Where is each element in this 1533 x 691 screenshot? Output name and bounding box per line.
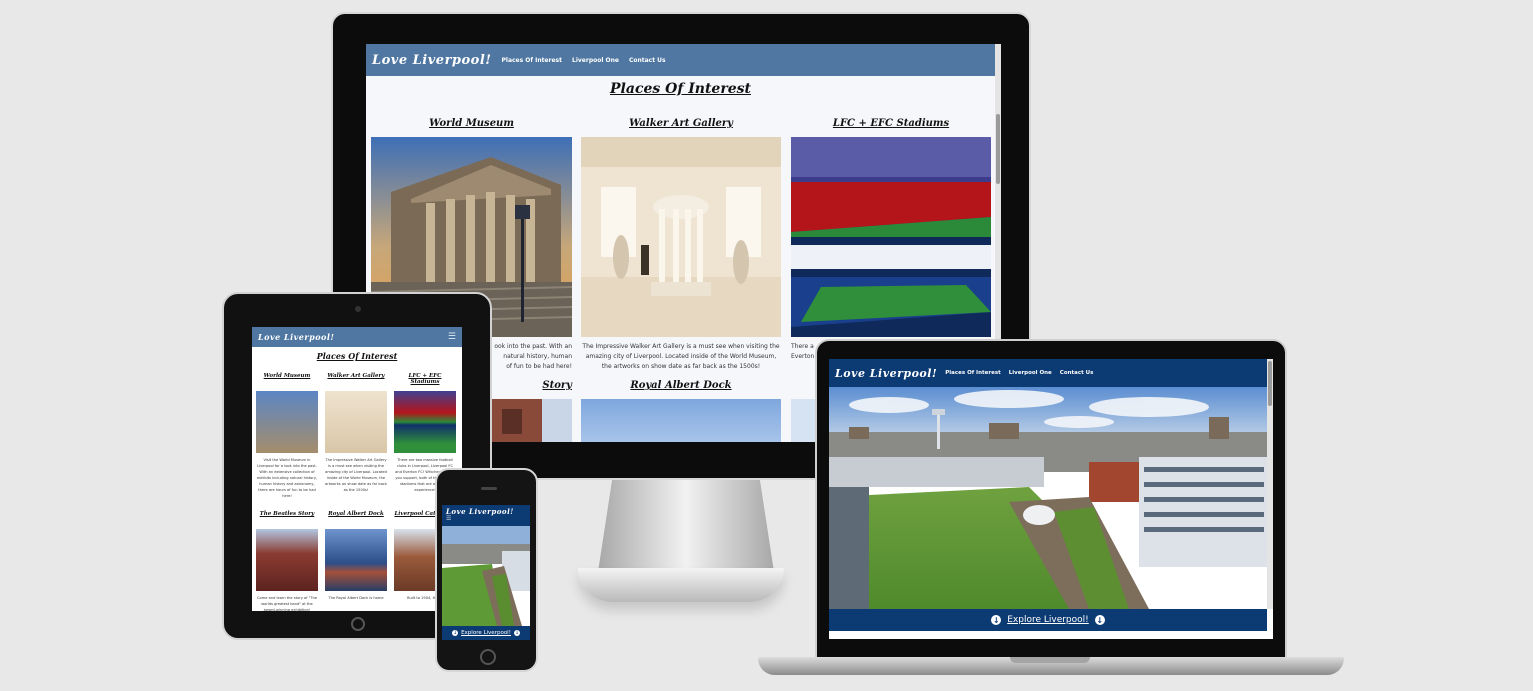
tablet-navbar: Love Liverpool! ☰ <box>252 327 462 347</box>
desc-line: of fun to be had here! <box>506 363 572 370</box>
scrollbar-thumb[interactable] <box>1268 361 1272 406</box>
hero-cta-bar: ↓ Explore Liverpool! ↓ <box>442 626 530 640</box>
card-desc: Come and learn the story of "The worlds … <box>257 596 317 611</box>
walker-art-gallery-image <box>581 137 781 337</box>
card-title: World Museum <box>263 373 311 379</box>
card-title-stadiums: LFC + EFC Stadiums <box>832 118 950 129</box>
card-title-royal-albert-dock: Royal Albert Dock <box>630 380 732 391</box>
brand-logo[interactable]: Love Liverpool! <box>258 332 334 342</box>
nav-liverpool-one[interactable]: Liverpool One <box>1009 370 1052 376</box>
hamburger-icon[interactable]: ☰ <box>446 516 526 522</box>
explore-liverpool-button[interactable]: Explore Liverpool! <box>461 630 511 636</box>
card-royal-albert-dock: Royal Albert Dock The Royal Albert Dock … <box>325 511 387 601</box>
royal-albert-dock-image-partial <box>581 399 781 442</box>
brand-logo[interactable]: Love Liverpool! <box>372 53 492 68</box>
nav-places-of-interest[interactable]: Places Of Interest <box>945 370 1000 376</box>
phone-navbar: Love Liverpool! ☰ <box>442 505 530 526</box>
card-title: Royal Albert Dock <box>328 511 384 517</box>
arrow-down-circle-icon: ↓ <box>991 615 1002 625</box>
arrow-down-circle-icon: ↓ <box>452 630 459 636</box>
tablet-home-button[interactable] <box>351 617 365 631</box>
stadiums-image <box>791 137 991 337</box>
hamburger-icon[interactable]: ☰ <box>448 332 456 342</box>
walker-art-gallery-image <box>325 391 387 453</box>
tablet-camera-icon <box>355 306 361 312</box>
phone-device: Love Liverpool! ☰ ↓ Explore Liverpool! ↓ <box>435 468 538 672</box>
nav-places-of-interest[interactable]: Places Of Interest <box>502 57 563 64</box>
phone-speaker-icon <box>481 487 497 490</box>
card-desc: The Royal Albert Dock is home <box>328 596 384 600</box>
card-beatles-story: The Beatles Story Come and learn the sto… <box>256 511 318 611</box>
monitor-navbar: Love Liverpool! Places Of Interest Liver… <box>366 44 1001 76</box>
phone-screen: Love Liverpool! ☰ ↓ Explore Liverpool! ↓ <box>442 505 530 640</box>
monitor-stand-base <box>578 568 784 602</box>
card-walker-art-gallery: Walker Art Gallery The Impressive Walker… <box>325 373 387 493</box>
laptop-screen: Love Liverpool! Places Of Interest Liver… <box>829 359 1273 639</box>
tablet-screen: Love Liverpool! ☰ Places Of Interest Wor… <box>252 327 462 611</box>
arrow-down-circle-icon: ↓ <box>1094 615 1105 625</box>
card-title: The Beatles Story <box>259 511 315 517</box>
card-title: Walker Art Gallery <box>327 373 385 379</box>
world-museum-desc-partial: ook into the past. With an natural histo… <box>492 342 572 372</box>
stadiums-image <box>394 391 456 453</box>
card-title: LFC + EFC Stadiums <box>408 373 442 385</box>
card-title-world-museum: World Museum <box>429 118 514 129</box>
royal-albert-dock-image <box>325 529 387 591</box>
brand-logo[interactable]: Love Liverpool! <box>835 367 937 380</box>
scrollbar[interactable] <box>1267 359 1273 609</box>
phone-home-button[interactable] <box>480 649 496 665</box>
page-title: Places Of Interest <box>316 351 398 361</box>
card-title-walker-art-gallery: Walker Art Gallery <box>629 118 733 129</box>
laptop-navbar: Love Liverpool! Places Of Interest Liver… <box>829 359 1273 387</box>
scrollbar-thumb[interactable] <box>996 114 1000 184</box>
beatles-story-image <box>256 529 318 591</box>
liverpool-one-hero-image <box>442 526 530 626</box>
liverpool-one-hero-image <box>829 387 1267 609</box>
walker-art-gallery-desc: The Impressive Walker Art Gallery is a m… <box>582 343 780 370</box>
page-title: Places Of Interest <box>610 81 751 97</box>
monitor-stand-neck <box>598 480 774 572</box>
desc-line: natural history, human <box>503 353 572 360</box>
nav-contact-us[interactable]: Contact Us <box>1060 370 1094 376</box>
explore-liverpool-button[interactable]: Explore Liverpool! <box>1007 615 1089 625</box>
world-museum-image <box>256 391 318 453</box>
card-title-beatles-partial: Story <box>542 380 572 391</box>
laptop-device: Love Liverpool! Places Of Interest Liver… <box>815 339 1287 661</box>
card-desc: The Impressive Walker Art Gallery is a m… <box>325 458 387 492</box>
card-desc: Visit the World Museum in Liverpool for … <box>256 458 318 498</box>
beatles-image-partial <box>492 399 572 442</box>
arrow-down-circle-icon: ↓ <box>513 630 520 636</box>
nav-contact-us[interactable]: Contact Us <box>629 57 666 64</box>
brand-logo[interactable]: Love Liverpool! <box>446 507 526 516</box>
laptop-hinge-notch <box>1010 657 1090 663</box>
card-world-museum: World Museum Visit the World Museum in L… <box>256 373 318 499</box>
desc-line: ook into the past. With an <box>494 343 572 350</box>
hero-cta-bar: ↓ Explore Liverpool! ↓ <box>829 609 1267 631</box>
nav-liverpool-one[interactable]: Liverpool One <box>572 57 619 64</box>
